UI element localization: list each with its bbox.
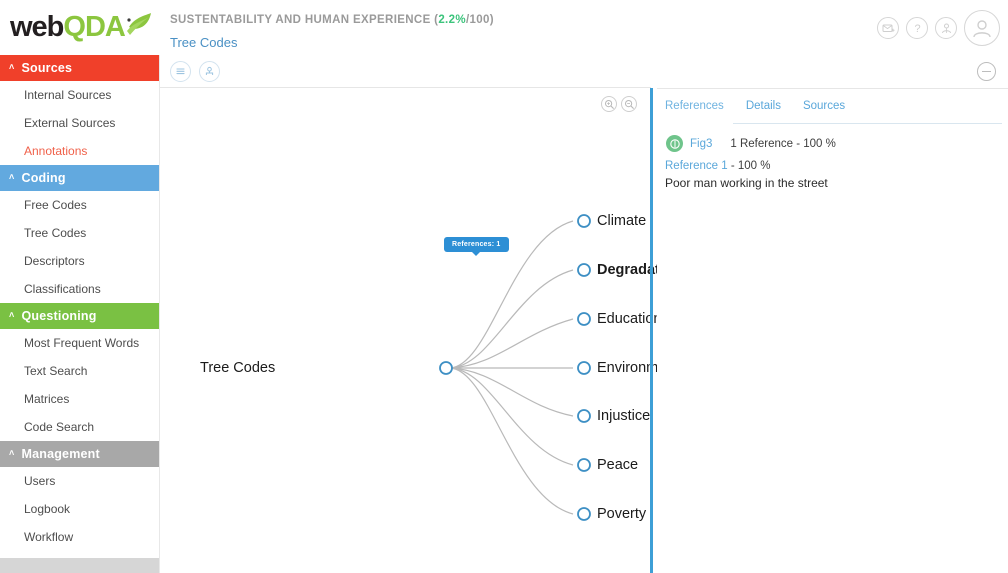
left-sidebar: ˄ Sources Internal Sources External Sour… (0, 55, 160, 573)
reference-item-header: Reference 1 - 100 % (665, 160, 770, 172)
sidebar-item-logbook[interactable]: Logbook (0, 495, 160, 523)
tab-details[interactable]: Details (746, 100, 781, 116)
sidebar-item-label: Free Codes (24, 198, 87, 212)
right-panel: References Details Sources Fig3 1 Refere… (657, 55, 1008, 573)
support-person-icon[interactable] (935, 17, 957, 39)
chevron-up-icon: ˄ (9, 309, 15, 320)
canvas-toolbar (160, 55, 651, 88)
tree-node-climate[interactable]: Climate (597, 213, 646, 229)
tree-node-poverty[interactable]: Poverty (597, 506, 646, 522)
project-title-suffix: /100) (465, 14, 494, 26)
sidebar-item-annotations[interactable]: Annotations (0, 137, 160, 165)
sidebar-item-label: Logbook (24, 502, 71, 516)
collapse-minus-icon[interactable] (977, 62, 996, 81)
top-header: SUSTENTABILITY AND HUMAN EXPERIENCE (2.2… (160, 0, 1008, 55)
reference-link[interactable]: Reference 1 (665, 160, 728, 172)
sidebar-item-most-frequent-words[interactable]: Most Frequent Words (0, 329, 160, 357)
sidebar-section-label: Questioning (21, 309, 97, 323)
tree-edges (439, 214, 591, 521)
tree-view-icon[interactable] (199, 60, 220, 82)
tree-node-peace[interactable]: Peace (597, 457, 638, 473)
sidebar-item-users[interactable]: Users (0, 467, 160, 495)
reference-meta: - 100 % (727, 160, 771, 172)
tree-node-circle (577, 458, 591, 472)
sidebar-section-management[interactable]: ˄ Management (0, 441, 160, 467)
tree-canvas: Tree Codes Climate Degradation Education… (160, 55, 682, 573)
tree-node-root-circle (439, 361, 453, 375)
panel-divider[interactable] (650, 88, 653, 573)
message-add-icon[interactable] (877, 17, 899, 39)
tree-node-circle (577, 361, 591, 375)
sidebar-section-coding[interactable]: ˄ Coding (0, 165, 160, 191)
page-title: SUSTENTABILITY AND HUMAN EXPERIENCE (2.2… (170, 14, 494, 26)
leaf-icon (123, 13, 151, 41)
right-panel-header (657, 55, 1008, 89)
tree-node-circle (577, 409, 591, 423)
tree-node-circle (577, 312, 591, 326)
project-progress-percent: 2.2% (438, 14, 466, 26)
sidebar-item-label: Most Frequent Words (24, 336, 140, 350)
sidebar-item-label: Internal Sources (24, 88, 112, 102)
sidebar-section-questioning[interactable]: ˄ Questioning (0, 303, 160, 329)
webqda-app: webQDA SUSTENTABILITY AND HUMAN EXPERIEN… (0, 0, 1008, 573)
logo-text-web: web (10, 11, 64, 43)
tree-node-root-label[interactable]: Tree Codes (200, 360, 275, 376)
svg-text:?: ? (914, 23, 920, 35)
sidebar-item-label: Classifications (24, 282, 101, 296)
references-tooltip-badge: References: 1 (444, 237, 509, 256)
reference-body-text: Poor man working in the street (665, 176, 828, 190)
project-title-prefix: SUSTENTABILITY AND HUMAN EXPERIENCE ( (170, 14, 439, 26)
sidebar-item-classifications[interactable]: Classifications (0, 275, 160, 303)
reference-count-label: 1 Reference - 100 % (730, 137, 836, 150)
sidebar-item-label: Workflow (24, 530, 74, 544)
sidebar-item-matrices[interactable]: Matrices (0, 385, 160, 413)
sidebar-item-workflow[interactable]: Workflow (0, 523, 160, 551)
sidebar-section-sources[interactable]: ˄ Sources (0, 55, 160, 81)
sidebar-item-text-search[interactable]: Text Search (0, 357, 160, 385)
sidebar-item-label: External Sources (24, 116, 116, 130)
sidebar-item-code-search[interactable]: Code Search (0, 413, 160, 441)
reference-group-header: Fig3 1 Reference - 100 % (666, 135, 836, 152)
sidebar-item-label: Tree Codes (24, 226, 87, 240)
right-panel-tabs: References Details Sources (665, 100, 1002, 124)
sidebar-section-label: Management (21, 447, 100, 461)
breadcrumb[interactable]: Tree Codes (170, 35, 237, 50)
sidebar-footer-bar[interactable] (0, 558, 159, 573)
help-icon[interactable]: ? (906, 17, 928, 39)
sidebar-item-tree-codes[interactable]: Tree Codes (0, 219, 160, 247)
tree-node-circle (577, 507, 591, 521)
source-file-icon (666, 135, 683, 152)
logo-wordmark: webQDA (10, 11, 151, 43)
app-logo[interactable]: webQDA (0, 0, 160, 55)
sidebar-item-descriptors[interactable]: Descriptors (0, 247, 160, 275)
chevron-up-icon: ˄ (9, 61, 15, 72)
user-avatar-icon[interactable] (964, 10, 1000, 46)
sidebar-item-label: Code Search (24, 420, 95, 434)
list-view-icon[interactable] (170, 60, 191, 82)
chevron-up-icon: ˄ (9, 171, 15, 182)
tree-node-circle (577, 263, 591, 277)
logo-text-qda: QDA (63, 11, 125, 43)
tree-node-circle (577, 214, 591, 228)
active-tab-indicator (665, 123, 733, 125)
sidebar-item-label: Users (24, 474, 56, 488)
tab-references[interactable]: References (665, 100, 724, 116)
chevron-up-icon: ˄ (9, 447, 15, 458)
tree-node-injustice[interactable]: Injustice (597, 408, 650, 424)
sidebar-item-external-sources[interactable]: External Sources (0, 109, 160, 137)
sidebar-item-internal-sources[interactable]: Internal Sources (0, 81, 160, 109)
tree-diagram: Tree Codes Climate Degradation Education… (160, 88, 682, 573)
sidebar-item-label: Text Search (24, 364, 88, 378)
sidebar-item-free-codes[interactable]: Free Codes (0, 191, 160, 219)
sidebar-section-label: Sources (21, 61, 73, 75)
source-name-label[interactable]: Fig3 (690, 138, 712, 150)
sidebar-item-label: Descriptors (24, 254, 85, 268)
sidebar-item-label: Matrices (24, 392, 70, 406)
tab-sources[interactable]: Sources (803, 100, 845, 116)
header-icon-group: ? (877, 10, 1000, 46)
sidebar-section-label: Coding (21, 171, 66, 185)
sidebar-item-label: Annotations (24, 144, 88, 158)
